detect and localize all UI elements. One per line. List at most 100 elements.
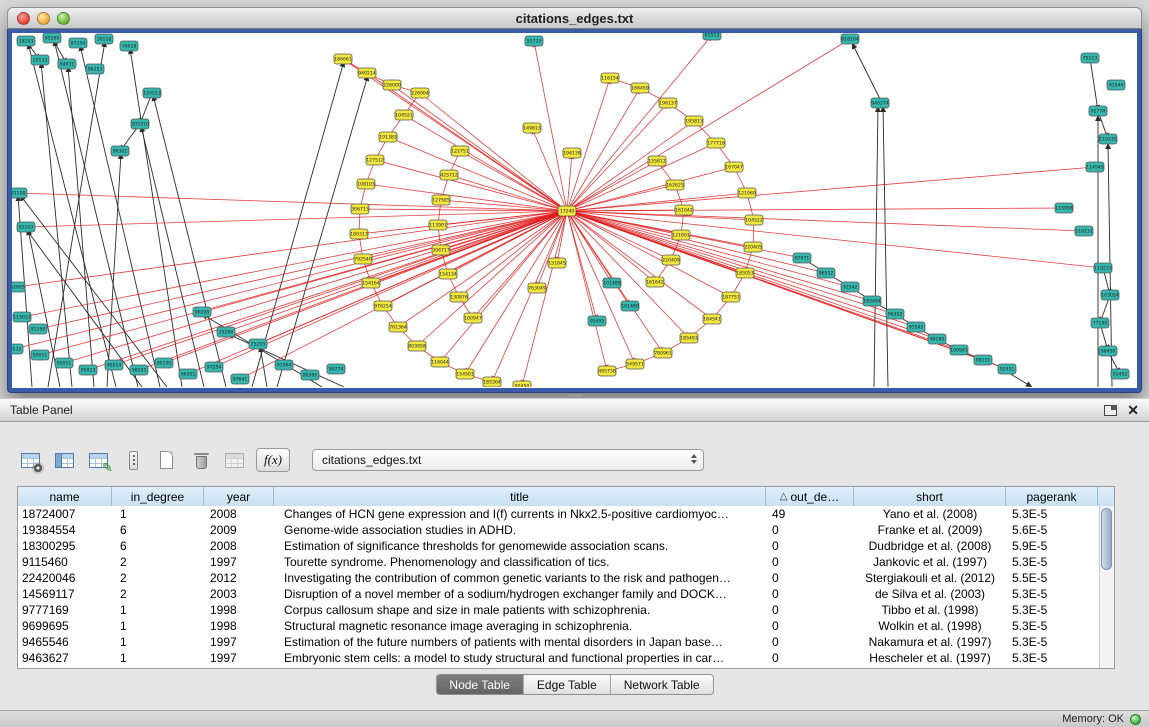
table-cell[interactable]: Investigating the contribution of common… xyxy=(274,571,766,585)
network-canvas[interactable]: 2260041045211913831275121081033067131803… xyxy=(12,33,1137,388)
network-node[interactable]: 116044 xyxy=(431,357,449,367)
network-node[interactable]: 306717 xyxy=(432,245,450,255)
table-cell[interactable]: 2 xyxy=(112,587,204,601)
network-node[interactable]: 91543 xyxy=(907,322,925,332)
network-node[interactable]: 95013 xyxy=(79,365,97,375)
table-cell[interactable]: 1997 xyxy=(204,555,274,569)
network-node[interactable]: 101485 xyxy=(603,278,621,288)
table-cell[interactable]: de Silva et al. (2003) xyxy=(854,587,1006,601)
network-node[interactable]: 780961 xyxy=(654,348,672,358)
table-cell[interactable]: Jankovic et al. (1997) xyxy=(854,555,1006,569)
table-cell[interactable]: Embryonic stem cells: a model to study s… xyxy=(274,651,766,665)
network-node[interactable]: 196137 xyxy=(659,98,677,108)
table-cell[interactable]: 9465546 xyxy=(18,635,112,649)
table-row[interactable]: 946362711997Embryonic stem cells: a mode… xyxy=(18,650,1098,666)
network-edge[interactable] xyxy=(28,43,116,387)
network-graph[interactable]: 2260041045211913831275121081033067131803… xyxy=(12,33,1137,387)
network-node[interactable]: 220405 xyxy=(744,242,762,252)
network-edge[interactable] xyxy=(883,106,888,387)
network-edge[interactable] xyxy=(567,211,635,364)
table-cell[interactable]: 5.3E-5 xyxy=(1006,619,1098,633)
network-node[interactable]: 30118 xyxy=(95,34,113,44)
network-node[interactable]: 97641 xyxy=(231,374,249,384)
network-node[interactable]: 154501 xyxy=(456,369,474,379)
tab-edge-table[interactable]: Edge Table xyxy=(524,675,611,694)
network-node[interactable]: 17240 xyxy=(558,206,576,216)
network-edge[interactable] xyxy=(567,211,1084,231)
table-cell[interactable]: Wolkin et al. (1998) xyxy=(854,619,1006,633)
network-node[interactable]: 763049 xyxy=(528,283,546,293)
network-node[interactable]: 104522 xyxy=(745,215,763,225)
float-panel-icon[interactable] xyxy=(1104,405,1117,416)
network-node[interactable]: 113901 xyxy=(429,220,447,230)
new-column-icon[interactable] xyxy=(154,448,180,473)
table-row[interactable]: 977716911998Corpus callosum shape and si… xyxy=(18,602,1098,618)
network-edge[interactable] xyxy=(1009,373,1032,387)
network-node[interactable]: 87254 xyxy=(69,38,87,48)
network-node[interactable]: 83103 xyxy=(17,222,35,232)
delete-column-icon[interactable] xyxy=(188,448,214,473)
column-header-title[interactable]: title xyxy=(274,487,766,506)
table-cell[interactable]: Disruption of a novel member of a sodium… xyxy=(274,587,766,601)
column-header-name[interactable]: name xyxy=(18,487,112,506)
close-panel-icon[interactable]: ✕ xyxy=(1127,403,1139,417)
table-row[interactable]: 1456911722003Disruption of a novel membe… xyxy=(18,586,1098,602)
network-node[interactable]: 162625 xyxy=(666,180,684,190)
table-cell[interactable]: 1 xyxy=(112,603,204,617)
network-node[interactable]: 92452 xyxy=(1111,369,1129,379)
network-node[interactable]: 25203 xyxy=(249,339,267,349)
network-edge[interactable] xyxy=(366,184,567,211)
network-node[interactable]: 177716 xyxy=(707,138,725,148)
table-cell[interactable]: 0 xyxy=(766,603,854,617)
table-cell[interactable]: 2008 xyxy=(204,539,274,553)
network-node[interactable]: 120513 xyxy=(143,88,161,98)
network-node[interactable]: 154164 xyxy=(362,278,380,288)
network-node[interactable]: 91108 xyxy=(12,188,27,198)
network-edge[interactable] xyxy=(258,211,567,344)
table-cell[interactable]: 49 xyxy=(766,507,854,521)
table-cell[interactable]: Franke et al. (2009) xyxy=(854,523,1006,537)
network-node[interactable]: 101480 xyxy=(621,301,639,311)
network-node[interactable]: 96351 xyxy=(179,369,197,379)
network-node[interactable]: 115958 xyxy=(1055,203,1073,213)
network-node[interactable]: 761364 xyxy=(389,322,407,332)
network-edge[interactable] xyxy=(130,48,182,387)
table-cell[interactable]: 2008 xyxy=(204,507,274,521)
table-cell[interactable]: 5.9E-5 xyxy=(1006,539,1098,553)
network-node[interactable]: 220409 xyxy=(662,255,680,265)
table-cell[interactable]: Structural magnetic resonance image aver… xyxy=(274,619,766,633)
network-node[interactable]: 792540 xyxy=(354,254,372,264)
column-header-short[interactable]: short xyxy=(854,487,1006,506)
network-node[interactable]: 495738 xyxy=(598,366,616,376)
table-cell[interactable]: 0 xyxy=(766,523,854,537)
table-cell[interactable]: 1 xyxy=(112,507,204,521)
network-node[interactable]: 80395 xyxy=(301,370,319,380)
network-node[interactable]: 151845 xyxy=(548,258,566,268)
table-cell[interactable]: Estimation of the future numbers of pati… xyxy=(274,635,766,649)
network-node[interactable]: 91064 xyxy=(275,360,293,370)
table-cell[interactable]: 1 xyxy=(112,651,204,665)
network-node[interactable]: 91542 xyxy=(841,282,859,292)
network-edge[interactable] xyxy=(874,106,878,387)
network-node[interactable]: 108103 xyxy=(357,179,375,189)
network-node[interactable]: 185494 xyxy=(863,296,881,306)
network-node[interactable]: 59051 xyxy=(31,350,49,360)
table-cell[interactable]: Changes of HCN gene expression and I(f) … xyxy=(274,507,766,521)
network-node[interactable]: 549571 xyxy=(626,359,644,369)
table-cell[interactable]: Stergiakouli et al. (2012) xyxy=(854,571,1006,585)
network-node[interactable]: 110231 xyxy=(1075,226,1093,236)
table-cell[interactable]: 5.3E-5 xyxy=(1006,635,1098,649)
network-node[interactable]: 154134 xyxy=(439,269,457,279)
network-edge[interactable] xyxy=(14,211,567,349)
network-node[interactable]: 818104 xyxy=(841,34,859,44)
network-node[interactable]: 98131 xyxy=(974,355,992,365)
network-edge[interactable] xyxy=(16,211,567,287)
network-node[interactable]: 252605 xyxy=(12,282,25,292)
network-edge[interactable] xyxy=(567,167,1095,211)
table-cell[interactable]: 9777169 xyxy=(18,603,112,617)
table-cell[interactable]: 1998 xyxy=(204,603,274,617)
table-cell[interactable]: Estimation of significance thresholds fo… xyxy=(274,539,766,553)
row-height-icon[interactable] xyxy=(120,448,146,473)
network-node[interactable]: 96512 xyxy=(817,268,835,278)
network-node[interactable]: 122751 xyxy=(451,146,469,156)
